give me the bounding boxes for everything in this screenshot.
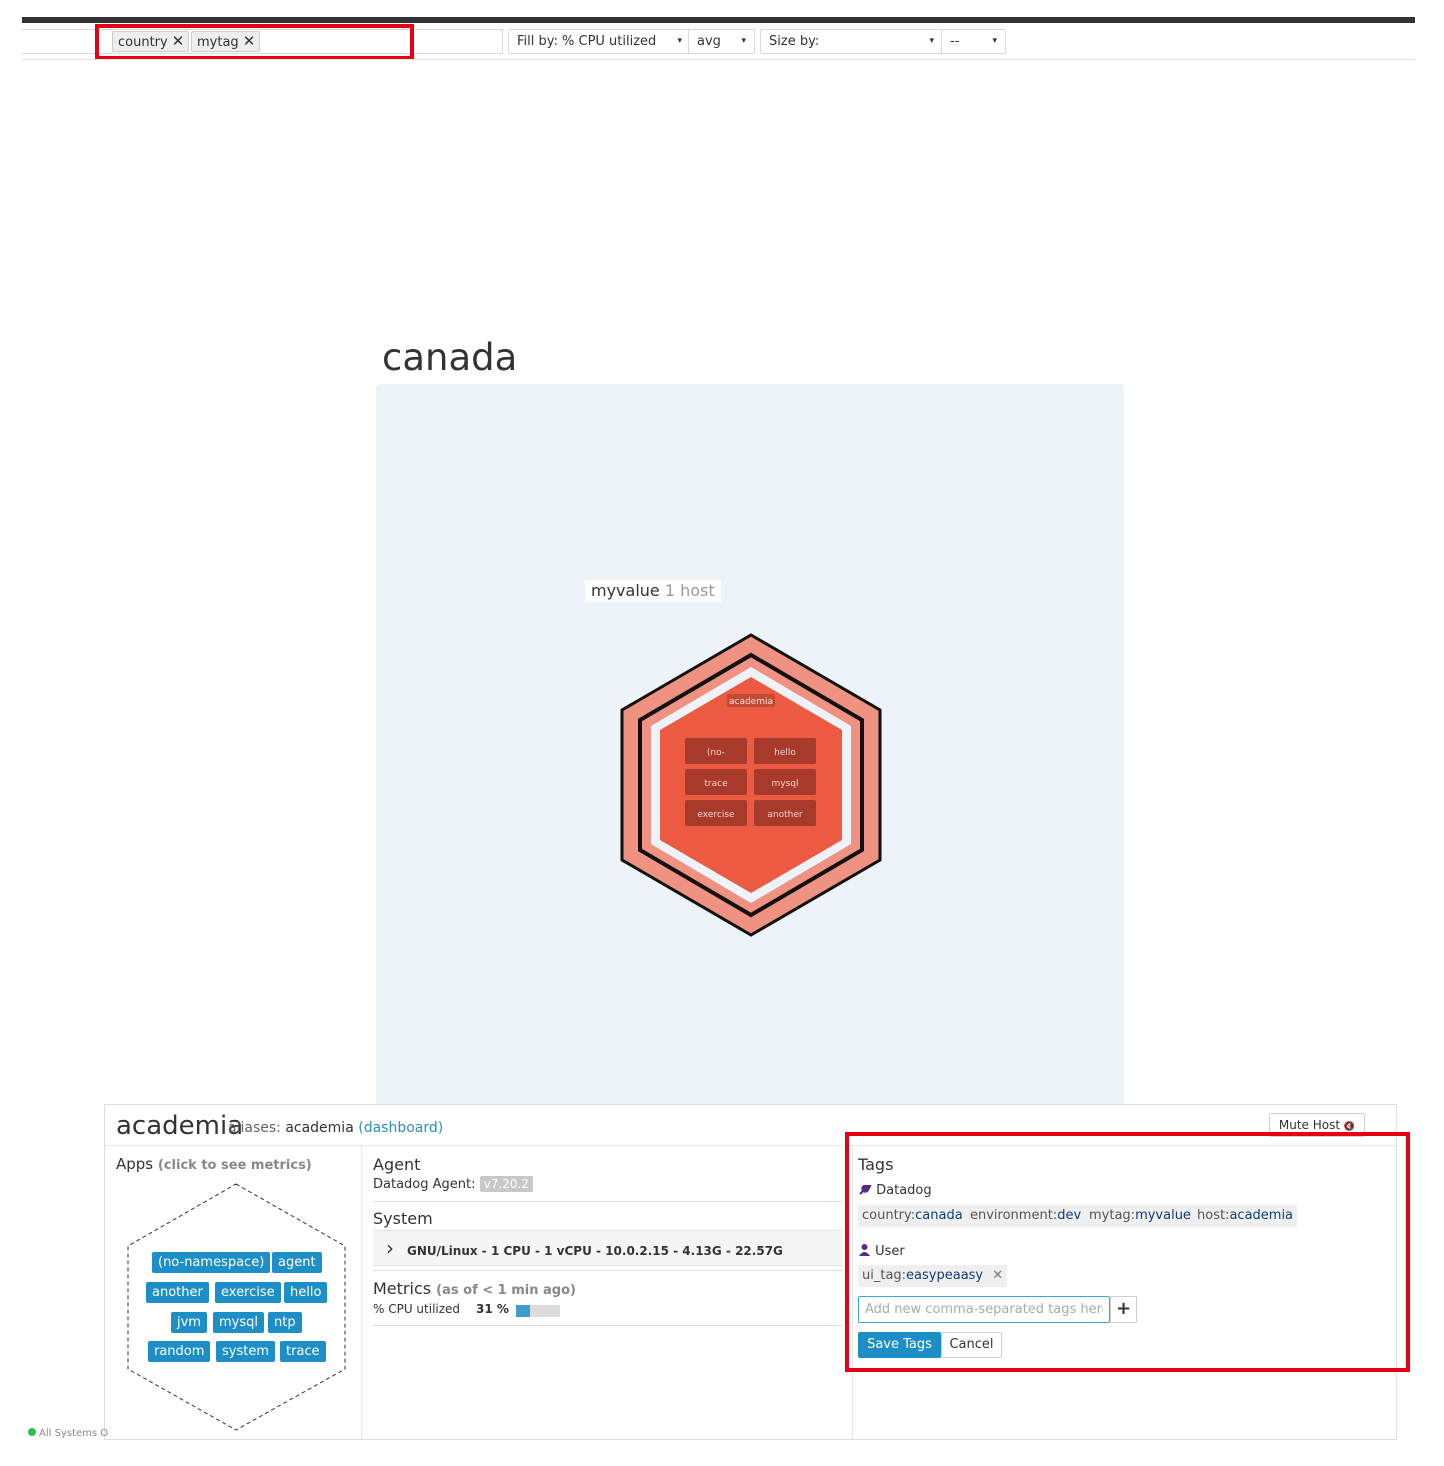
- size-agg-dropdown[interactable]: -- ▾: [941, 29, 1006, 54]
- subgroup-count: 1 host: [664, 581, 715, 600]
- system-status[interactable]: All Systems O: [28, 1428, 108, 1439]
- size-by-dropdown[interactable]: Size by: ▾: [760, 29, 943, 54]
- group-title: canada: [382, 336, 518, 379]
- agent-title: Agent: [373, 1155, 421, 1174]
- annotation-highlight-box: [845, 1132, 1410, 1372]
- app-cell-label: mysql: [772, 779, 799, 789]
- system-title: System: [373, 1209, 433, 1228]
- app-button[interactable]: mysql: [213, 1312, 264, 1333]
- system-summary: GNU/Linux - 1 CPU - 1 vCPU - 10.0.2.15 -…: [407, 1244, 783, 1258]
- apps-title: Apps (click to see metrics): [116, 1155, 312, 1173]
- app-button[interactable]: trace: [280, 1341, 326, 1362]
- app-button[interactable]: jvm: [171, 1312, 207, 1333]
- app-cell-label: another: [767, 810, 802, 820]
- host-aliases: aliases: academia (dashboard): [228, 1120, 443, 1136]
- app-cell-label: trace: [704, 779, 728, 789]
- subgroup-name: myvalue: [591, 581, 660, 600]
- section-divider: [373, 1270, 843, 1271]
- host-label: academia: [729, 697, 773, 707]
- metric-value: 31 %: [476, 1302, 509, 1316]
- app-button[interactable]: ntp: [268, 1312, 302, 1333]
- app-button[interactable]: agent: [272, 1252, 322, 1273]
- apps-hint: (click to see metrics): [157, 1158, 312, 1173]
- app-cell-label: hello: [774, 748, 796, 758]
- size-by-label: Size by:: [769, 34, 820, 49]
- chevron-down-icon: ▾: [929, 36, 934, 46]
- app-button[interactable]: random: [148, 1341, 211, 1362]
- subgroup-label: myvalue 1 host: [585, 580, 721, 602]
- chevron-down-icon: ▾: [741, 36, 746, 46]
- aggregation-dropdown[interactable]: avg ▾: [688, 29, 755, 54]
- section-divider: [373, 1201, 843, 1202]
- host-hexagon[interactable]: academia (no- hello trace mysql exercise…: [610, 625, 892, 941]
- apps-title-label: Apps: [116, 1155, 154, 1173]
- fill-by-label: Fill by: % CPU utilized: [517, 34, 657, 49]
- mute-icon: 🔇: [1343, 1122, 1356, 1132]
- chevron-right-icon: ›: [386, 1236, 394, 1260]
- app-button[interactable]: exercise: [215, 1282, 281, 1303]
- app-cell-label: (no-: [707, 748, 725, 758]
- app-cell-label: exercise: [697, 810, 735, 820]
- agent-version-badge: v7.20.2: [479, 1176, 533, 1192]
- metrics-title-label: Metrics: [373, 1279, 432, 1298]
- fill-by-dropdown[interactable]: Fill by: % CPU utilized ▾: [508, 29, 691, 54]
- metric-name: % CPU utilized: [373, 1302, 461, 1316]
- section-divider: [373, 1325, 843, 1326]
- aggregation-label: avg: [697, 34, 721, 49]
- app-button[interactable]: system: [216, 1341, 275, 1362]
- host-name: academia: [116, 1111, 244, 1141]
- aliases-value: academia: [285, 1120, 354, 1136]
- toolbar-divider: [22, 59, 1415, 60]
- aliases-label: aliases:: [228, 1120, 281, 1136]
- agent-label: Datadog Agent:: [373, 1177, 476, 1192]
- annotation-highlight-box: [95, 24, 414, 60]
- dashboard-link[interactable]: (dashboard): [358, 1120, 443, 1136]
- app-button[interactable]: (no-namespace): [152, 1252, 271, 1273]
- app-button[interactable]: another: [146, 1282, 209, 1303]
- mute-host-label: Mute Host: [1278, 1118, 1341, 1132]
- column-divider: [361, 1146, 362, 1439]
- metrics-title: Metrics (as of < 1 min ago): [373, 1279, 576, 1298]
- app-button[interactable]: hello: [284, 1282, 328, 1303]
- system-summary-row[interactable]: › GNU/Linux - 1 CPU - 1 vCPU - 10.0.2.15 …: [373, 1230, 843, 1266]
- size-agg-label: --: [950, 34, 960, 49]
- chevron-down-icon: ▾: [992, 36, 997, 46]
- status-text: All Systems O: [39, 1428, 109, 1439]
- top-border: [22, 17, 1415, 23]
- metric-bar-fill: [516, 1305, 530, 1317]
- apps-hexagon-outline: [127, 1183, 346, 1431]
- chevron-down-icon: ▾: [677, 36, 682, 46]
- status-dot-icon: [28, 1428, 36, 1436]
- metrics-as-of: (as of < 1 min ago): [436, 1283, 576, 1298]
- agent-info: Datadog Agent: v7.20.2: [373, 1176, 533, 1192]
